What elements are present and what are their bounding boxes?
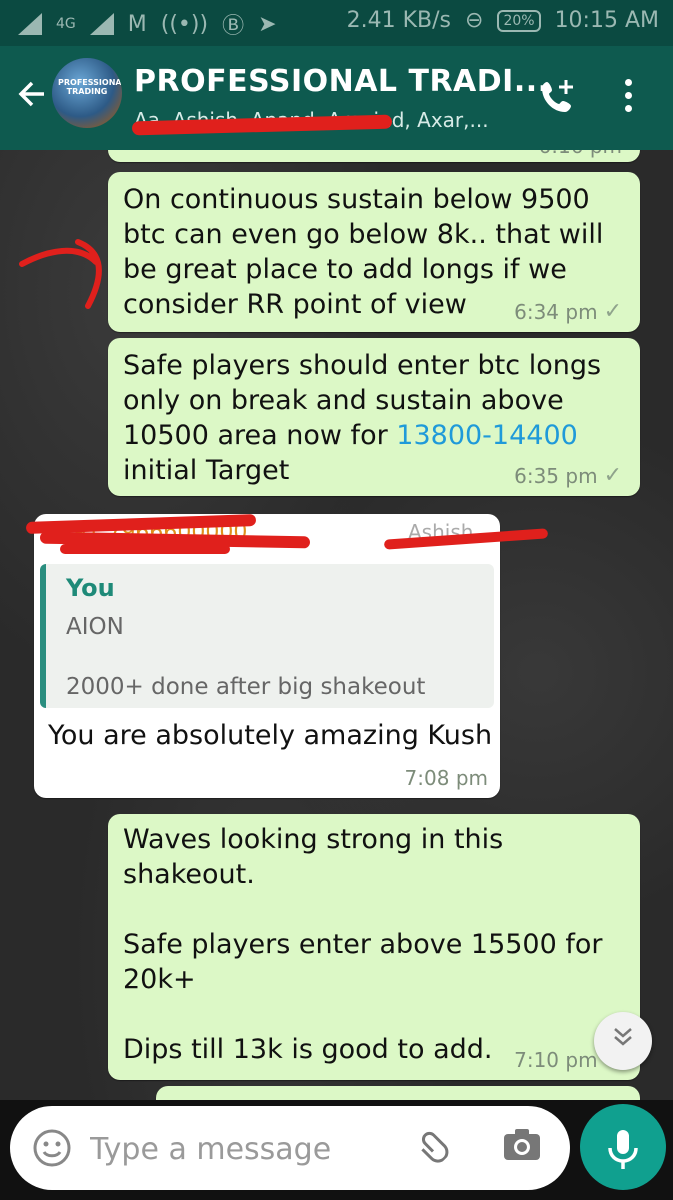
message-time: 6:16 pm	[539, 150, 622, 158]
incoming-message-bubble[interactable]: +91 7966600000 Ashish You AION 2000+ don…	[34, 514, 500, 798]
paperclip-icon[interactable]	[412, 1120, 466, 1174]
message-text: Waves looking strong in this shakeout. S…	[123, 824, 603, 1065]
message-meta: 6:35 pm ✓	[514, 463, 622, 488]
group-avatar[interactable]: PROFESSIONAL TRADING	[52, 58, 122, 128]
chat-area[interactable]: 6:16 pm On continuous sustain below 9500…	[0, 150, 673, 1100]
chat-header: PROFESSIONAL TRADING PROFESSIONAL TRADI.…	[0, 46, 673, 150]
more-options-icon[interactable]	[620, 76, 636, 116]
message-meta: 6:34 pm ✓	[514, 299, 622, 324]
quote-line-2: 2000+ done after big shakeout	[66, 674, 426, 700]
sent-check-icon: ✓	[603, 463, 622, 488]
hotspot-icon: ((•))	[160, 11, 209, 37]
back-arrow-icon[interactable]	[14, 76, 50, 121]
message-bubble[interactable]: Waves looking strong in this shakeout. S…	[108, 814, 640, 1080]
message-time: 7:10 pm	[514, 1047, 598, 1072]
message-time: 6:35 pm	[514, 463, 598, 488]
message-input[interactable]	[88, 1124, 412, 1174]
battery-indicator: 20%	[497, 9, 541, 32]
signal-icon-2	[89, 13, 114, 35]
redaction-mark	[60, 544, 230, 554]
avatar-text: PROFESSIONAL TRADING	[58, 78, 122, 96]
clock: 10:15 AM	[554, 8, 659, 33]
number-link[interactable]: 13800-14400	[396, 420, 578, 451]
scroll-down-icon[interactable]	[594, 1012, 652, 1070]
message-bubble-partial[interactable]	[156, 1086, 640, 1100]
add-call-icon[interactable]	[538, 76, 578, 125]
message-bubble[interactable]: On continuous sustain below 9500 btc can…	[108, 172, 640, 332]
group-title[interactable]: PROFESSIONAL TRADI...	[134, 64, 550, 99]
quote-author: You	[66, 574, 115, 602]
b-icon: Ⓑ	[222, 14, 245, 39]
net-speed: 2.41 KB/s	[346, 8, 451, 33]
message-time: 7:08 pm	[404, 766, 488, 790]
message-composer	[10, 1106, 570, 1190]
telegram-icon: ➤	[258, 11, 277, 37]
signal-icon	[18, 13, 42, 35]
message-time: 6:34 pm	[514, 299, 598, 324]
sent-check-icon: ✓	[603, 299, 622, 324]
quote-line-1: AION	[66, 614, 124, 640]
message-text-part2: initial Target	[123, 455, 290, 486]
camera-icon[interactable]	[502, 1126, 542, 1170]
network-type: 4G	[56, 16, 76, 32]
dnd-icon: ⊖	[465, 8, 484, 33]
gmail-icon: M	[127, 11, 147, 37]
status-bar: 4G M ((•)) Ⓑ ➤ 2.41 KB/s ⊖ 20% 10:15 AM	[0, 0, 673, 46]
message-bubble[interactable]: Safe players should enter btc longs only…	[108, 338, 640, 496]
emoji-icon[interactable]	[32, 1128, 72, 1177]
quoted-message[interactable]: You AION 2000+ done after big shakeout	[40, 564, 494, 708]
red-arrow-annotation	[19, 239, 102, 309]
message-text: You are absolutely amazing Kush	[48, 720, 493, 751]
mic-icon[interactable]	[580, 1104, 666, 1190]
message-bubble-partial[interactable]: 6:16 pm	[108, 150, 640, 162]
